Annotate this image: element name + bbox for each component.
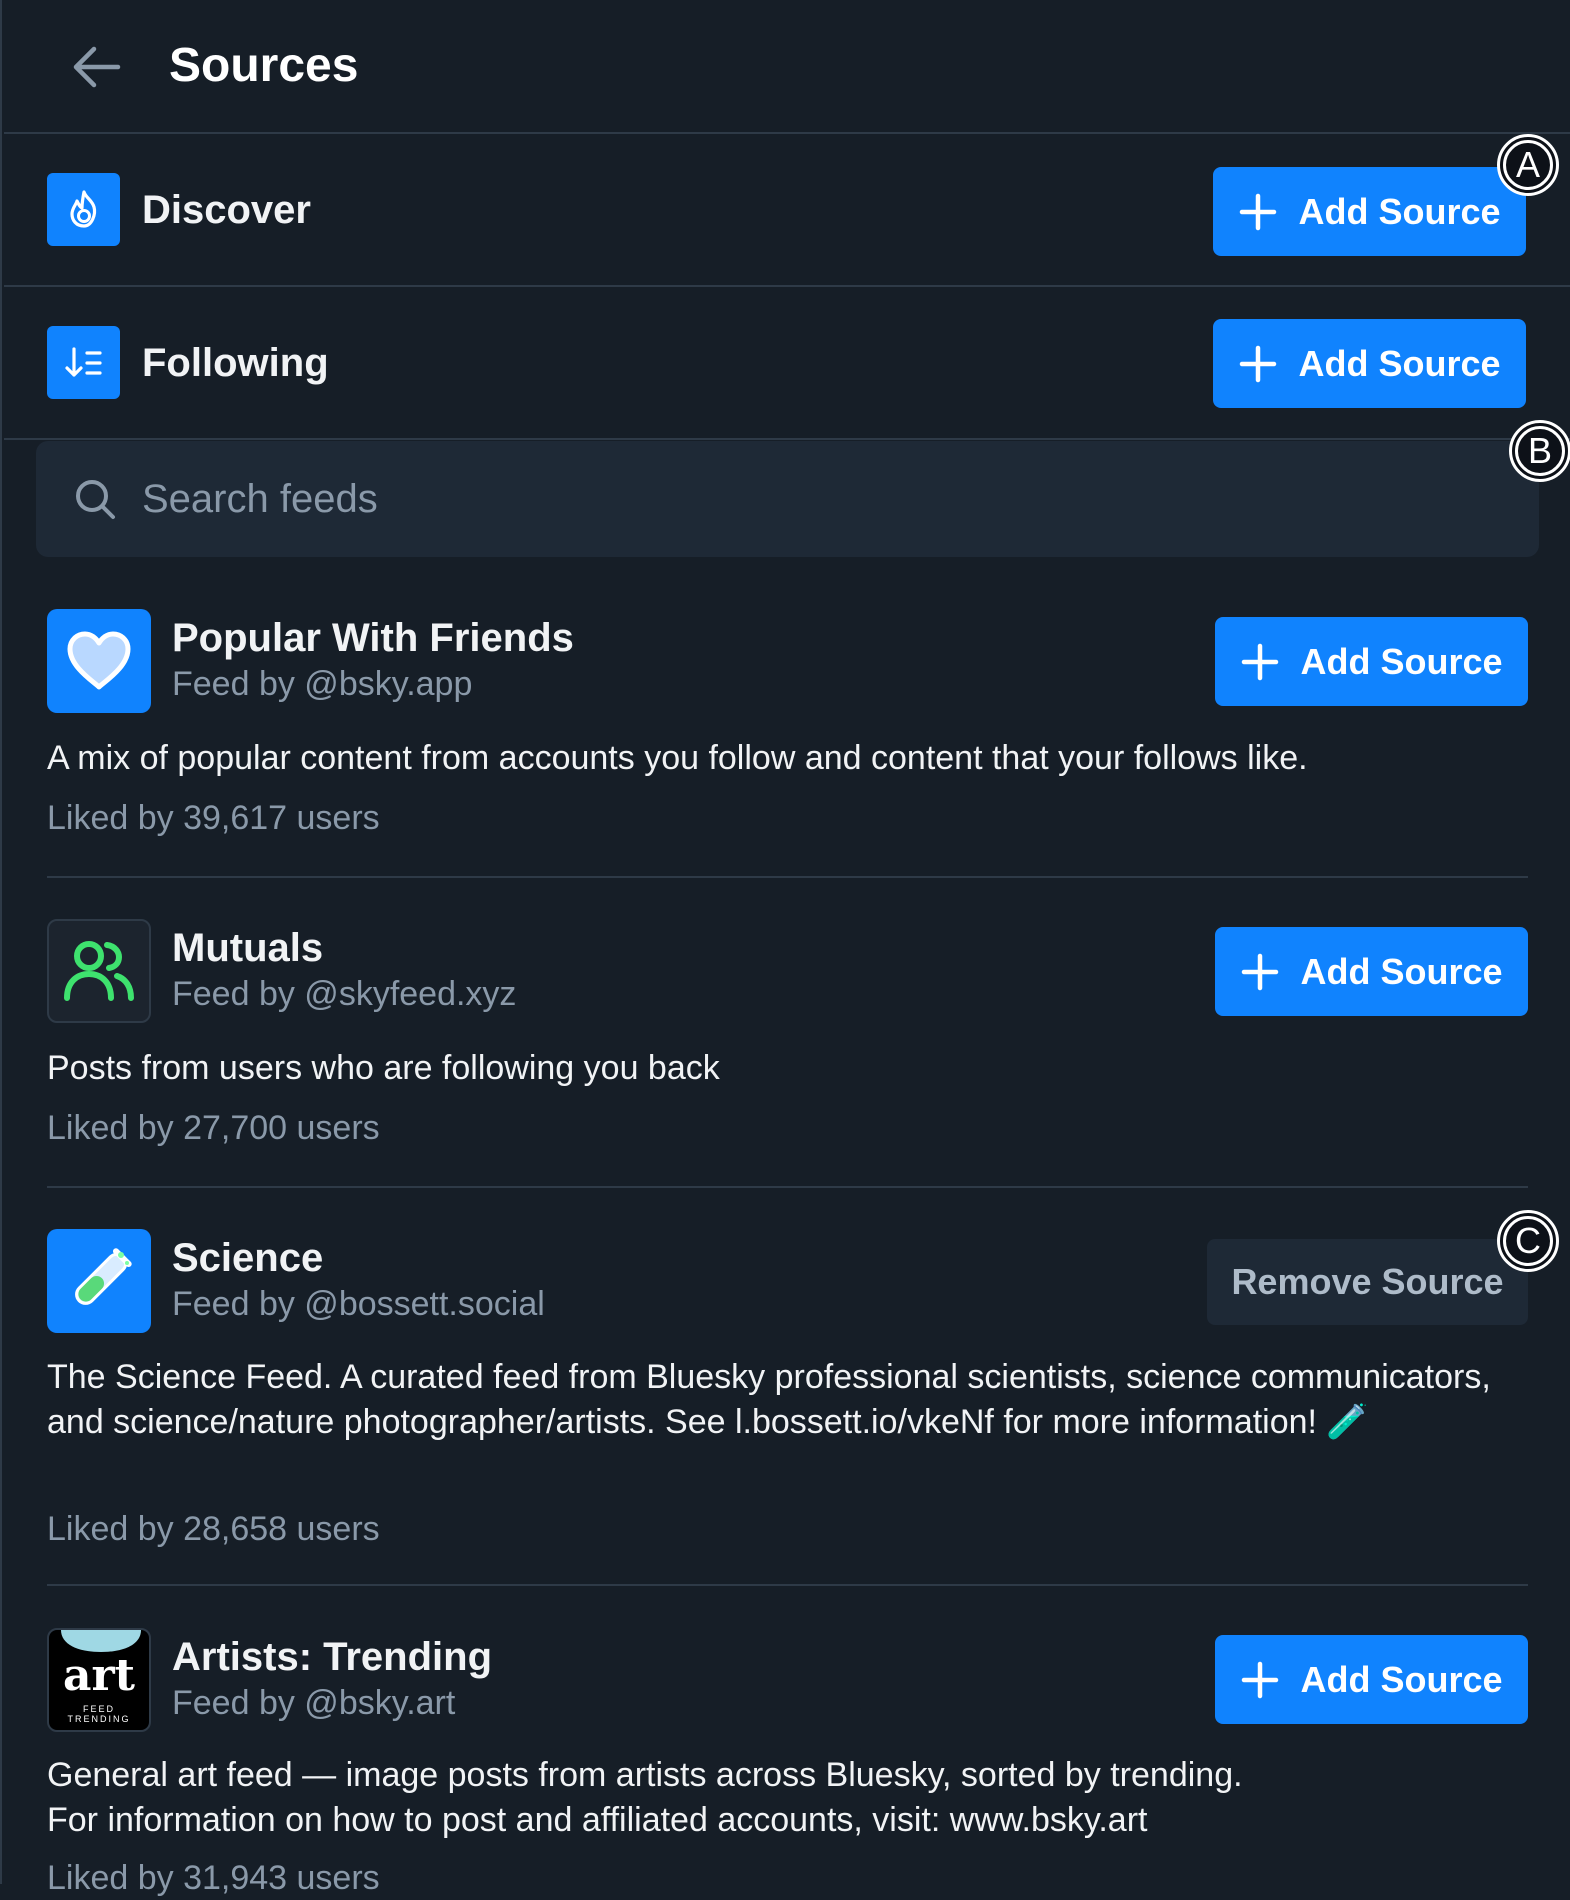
feed-item-mutuals[interactable]: Mutuals Feed by @skyfeed.xyz Add Source …: [47, 919, 1528, 1149]
header: Sources: [4, 0, 1570, 134]
add-source-label: Add Source: [1300, 950, 1503, 992]
users-icon: [47, 919, 151, 1023]
marker-label: A: [1515, 144, 1540, 185]
feed-description: A mix of popular content from accounts y…: [47, 739, 1308, 777]
feed-author: Feed by @bossett.social: [172, 1285, 545, 1323]
add-source-button-mutuals[interactable]: Add Source: [1215, 927, 1528, 1016]
feed-likes: Liked by 31,943 users: [47, 1859, 380, 1897]
plus-icon: [1240, 952, 1280, 992]
flame-icon: [47, 173, 120, 246]
page-title: Sources: [169, 39, 359, 92]
art-logo-text: art: [62, 1650, 135, 1701]
plus-icon: [1240, 642, 1280, 682]
remove-source-button-science[interactable]: Remove Source: [1207, 1239, 1528, 1325]
remove-source-label: Remove Source: [1231, 1261, 1504, 1302]
add-source-label: Add Source: [1300, 1658, 1503, 1700]
add-source-button-artists-trending[interactable]: Add Source: [1215, 1635, 1528, 1724]
feed-author: Feed by @skyfeed.xyz: [172, 975, 517, 1013]
art-logo-subtext: FEED: [82, 1704, 115, 1714]
feed-description-line-2: For information on how to post and affil…: [47, 1801, 1148, 1839]
plus-icon: [1238, 344, 1278, 384]
sort-list-icon: [47, 326, 120, 399]
pinned-label-following: Following: [142, 341, 329, 385]
art-logo-subtext-2: TRENDING: [67, 1714, 131, 1724]
add-source-label: Add Source: [1298, 190, 1501, 232]
pinned-row-following: Following Add Source: [4, 287, 1570, 440]
arrow-left-icon: [73, 46, 121, 88]
sources-screen: Sources Discover Add Source Following Ad…: [0, 0, 1570, 1897]
annotation-marker-a: A: [1497, 134, 1559, 196]
add-source-button-popular-with-friends[interactable]: Add Source: [1215, 617, 1528, 706]
feed-item-popular-with-friends[interactable]: Popular With Friends Feed by @bsky.app A…: [47, 609, 1528, 839]
feed-name: Science: [172, 1236, 324, 1280]
search-bar: [36, 441, 1539, 557]
feed-name: Mutuals: [172, 926, 324, 970]
marker-label: C: [1515, 1220, 1541, 1261]
feed-author: Feed by @bsky.app: [172, 665, 473, 703]
plus-icon: [1240, 1660, 1280, 1700]
pinned-row-discover: Discover Add Source: [4, 134, 1570, 287]
feed-description: Posts from users who are following you b…: [47, 1049, 720, 1087]
feed-name: Artists: Trending: [172, 1635, 493, 1679]
annotation-marker-b: B: [1509, 420, 1570, 482]
feed-likes: Liked by 28,658 users: [47, 1510, 380, 1548]
marker-label: B: [1527, 430, 1552, 471]
add-source-button-following[interactable]: Add Source: [1213, 319, 1526, 408]
annotation-marker-c: C: [1497, 1210, 1559, 1272]
feed-likes: Liked by 27,700 users: [47, 1109, 380, 1147]
back-button[interactable]: [68, 42, 124, 92]
feed-author: Feed by @bsky.art: [172, 1684, 456, 1722]
pinned-label-discover: Discover: [142, 188, 311, 232]
feed-description: The Science Feed. A curated feed from Bl…: [47, 1358, 1491, 1441]
feed-item-artists-trending[interactable]: art FEED TRENDING Artists: Trending Feed…: [47, 1628, 1528, 1897]
heart-icon: [47, 609, 151, 713]
divider: [47, 876, 1528, 878]
search-icon: [72, 476, 118, 527]
divider: [47, 1186, 1528, 1188]
divider: [47, 1584, 1528, 1586]
add-source-button-discover[interactable]: Add Source: [1213, 167, 1526, 256]
search-input[interactable]: [140, 461, 1520, 537]
add-source-label: Add Source: [1300, 640, 1503, 682]
feed-likes: Liked by 39,617 users: [47, 799, 380, 837]
plus-icon: [1238, 192, 1278, 232]
add-source-label: Add Source: [1298, 342, 1501, 384]
feed-item-science[interactable]: Science Feed by @bossett.social Remove S…: [47, 1229, 1528, 1549]
test-tube-icon: [47, 1229, 151, 1333]
art-logo: art FEED TRENDING: [47, 1628, 151, 1732]
feed-name: Popular With Friends: [172, 616, 574, 660]
feed-description-line-1: General art feed — image posts from arti…: [47, 1756, 1243, 1794]
